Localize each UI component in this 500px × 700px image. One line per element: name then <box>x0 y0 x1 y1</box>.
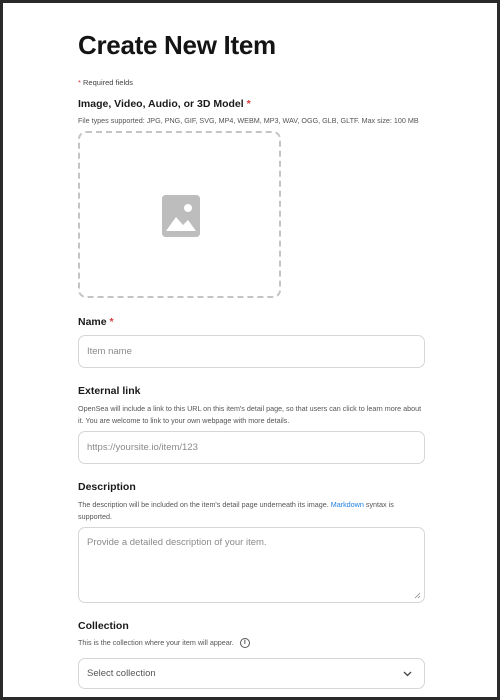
collection-label: Collection <box>78 620 129 632</box>
page-title: Create New Item <box>78 30 276 60</box>
description-placeholder: Provide a detailed description of your i… <box>87 537 267 548</box>
description-hint: The description will be included on the … <box>78 499 423 522</box>
required-star: * <box>246 98 251 110</box>
required-fields-note: * Required fields <box>78 78 133 87</box>
collection-hint-text: This is the collection where your item w… <box>78 638 234 647</box>
external-link-label: External link <box>78 385 141 397</box>
collection-select[interactable]: Select collection <box>78 658 425 689</box>
media-file-types: File types supported: JPG, PNG, GIF, SVG… <box>78 116 419 125</box>
external-link-placeholder: https://yoursite.io/item/123 <box>87 442 198 453</box>
description-textarea[interactable]: Provide a detailed description of your i… <box>78 527 425 603</box>
name-label-text: Name <box>78 316 107 328</box>
resize-handle-icon[interactable] <box>414 592 421 599</box>
required-star: * <box>109 316 114 328</box>
collection-select-value: Select collection <box>87 668 156 679</box>
name-placeholder: Item name <box>87 346 132 357</box>
media-label-text: Image, Video, Audio, or 3D Model <box>78 98 244 110</box>
description-hint-text: The description will be included on the … <box>78 500 329 509</box>
markdown-link[interactable]: Markdown <box>331 500 364 509</box>
chevron-down-icon <box>403 671 412 677</box>
required-star: * <box>78 78 81 87</box>
media-upload-dropzone[interactable] <box>78 131 281 298</box>
create-item-form: Create New Item * Required fields Image,… <box>0 0 500 700</box>
description-label: Description <box>78 481 136 493</box>
external-link-hint: OpenSea will include a link to this URL … <box>78 404 422 425</box>
external-link-input[interactable]: https://yoursite.io/item/123 <box>78 431 425 464</box>
media-label: Image, Video, Audio, or 3D Model * <box>78 98 251 110</box>
required-note-text: Required fields <box>83 78 134 87</box>
info-icon[interactable]: i <box>239 638 250 649</box>
collection-hint: This is the collection where your item w… <box>78 637 423 649</box>
image-placeholder-icon <box>162 195 200 237</box>
name-input[interactable]: Item name <box>78 335 425 368</box>
name-label: Name * <box>78 316 114 328</box>
